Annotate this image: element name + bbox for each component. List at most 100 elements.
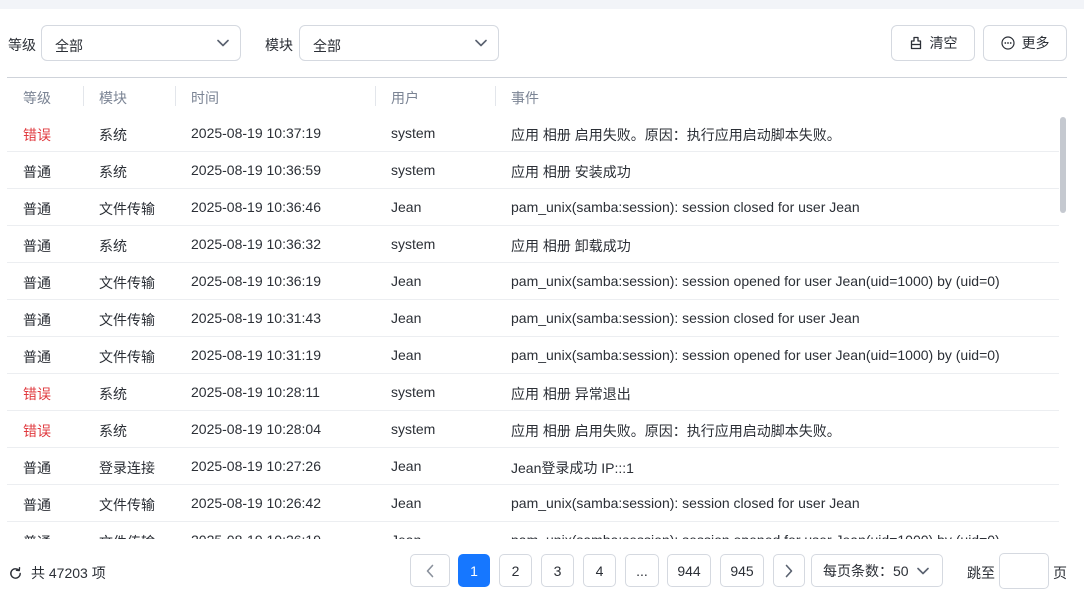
module-cell: 文件传输 (99, 312, 155, 328)
table-row[interactable]: 普通 文件传输 2025-08-19 10:36:19 Jean pam_unix(sa… (7, 263, 1059, 300)
time-cell: 2025-08-19 10:27:26 (191, 458, 321, 474)
scrollbar-thumb[interactable] (1060, 117, 1066, 213)
top-band (0, 0, 1084, 9)
level-cell: 普通 (23, 349, 51, 365)
event-cell: pam_unix(samba:session): session closed … (511, 495, 860, 511)
level-cell: 普通 (23, 201, 51, 217)
total-count-text: 共 47203 项 (31, 565, 106, 581)
user-cell: system (391, 162, 436, 178)
page-size-select[interactable]: 每页条数：50 (811, 554, 943, 587)
page-button[interactable]: 1 (458, 554, 490, 587)
jump-page-input[interactable] (999, 553, 1049, 589)
user-cell: Jean (391, 310, 422, 326)
level-cell: 错误 (23, 127, 51, 143)
module-cell: 登录连接 (99, 460, 155, 476)
column-header-time[interactable]: 时间 (191, 88, 219, 108)
table-row[interactable]: 普通 系统 2025-08-19 10:36:32 system 应用 相册 卸载成功 (7, 226, 1059, 263)
more-circle-icon (1000, 36, 1015, 50)
time-cell: 2025-08-19 10:36:46 (191, 199, 321, 215)
time-cell: 2025-08-19 10:37:19 (191, 125, 321, 141)
prev-page-button[interactable] (410, 554, 450, 587)
module-cell: 系统 (99, 164, 127, 180)
page-button[interactable]: 2 (499, 554, 532, 587)
time-cell: 2025-08-19 10:31:19 (191, 347, 321, 363)
column-header-module[interactable]: 模块 (99, 88, 127, 108)
table-row[interactable]: 普通 文件传输 2025-08-19 10:31:43 Jean pam_unix(sa… (7, 300, 1059, 337)
page-ellipsis[interactable]: ... (625, 554, 659, 587)
user-cell: Jean (391, 458, 422, 474)
page-button[interactable]: 3 (541, 554, 574, 587)
event-cell: pam_unix(samba:session): session opened … (511, 347, 1000, 363)
filter-bar: 等级 全部 模块 全部 清空 更多 (0, 25, 1084, 61)
table-row[interactable]: 普通 文件传输 2025-08-19 10:26:42 Jean pam_unix(sa… (7, 485, 1059, 522)
column-header-user[interactable]: 用户 (391, 88, 419, 108)
column-divider[interactable] (375, 86, 376, 106)
level-cell: 普通 (23, 275, 51, 291)
module-cell: 系统 (99, 423, 127, 439)
level-filter-label: 等级 (8, 37, 36, 53)
level-cell: 错误 (23, 386, 51, 402)
clear-button-label: 清空 (929, 35, 958, 51)
table-row[interactable]: 普通 登录连接 2025-08-19 10:27:26 Jean Jean登录成功 IP… (7, 448, 1059, 485)
module-select-value: 全部 (313, 38, 341, 54)
column-header-event[interactable]: 事件 (511, 88, 539, 108)
table-row[interactable]: 普通 文件传输 2025-08-19 10:36:46 Jean pam_unix(sa… (7, 189, 1059, 226)
module-cell: 文件传输 (99, 532, 155, 539)
module-cell: 文件传输 (99, 497, 155, 513)
module-cell: 系统 (99, 127, 127, 143)
user-cell: Jean (391, 532, 421, 539)
module-cell: 文件传输 (99, 349, 155, 365)
user-cell: system (391, 421, 436, 437)
broom-icon (910, 36, 921, 50)
event-cell: 应用 相册 异常退出 (511, 386, 631, 402)
more-button[interactable]: 更多 (983, 25, 1067, 61)
chevron-down-icon (475, 39, 487, 47)
table-row[interactable]: 普通 文件传输 2025-08-19 10:26:19 Jean pam_unix(sa… (7, 522, 1059, 539)
table-row[interactable]: 错误 系统 2025-08-19 10:37:19 system 应用 相册 启用失败。… (7, 115, 1059, 152)
next-page-button[interactable] (773, 554, 805, 587)
level-cell: 普通 (23, 238, 51, 254)
log-table: 等级 模块 时间 用户 事件 错误 系统 2025-08-19 10:37:19 sy… (7, 77, 1067, 539)
module-cell: 文件传输 (99, 275, 155, 291)
user-cell: system (391, 384, 436, 400)
table-row[interactable]: 错误 系统 2025-08-19 10:28:04 system 应用 相册 启用失败。… (7, 411, 1059, 448)
chevron-right-icon (785, 564, 793, 577)
column-header-level[interactable]: 等级 (23, 88, 51, 108)
table-scrollbar[interactable] (1058, 115, 1067, 539)
page-button[interactable]: 945 (720, 554, 764, 587)
page-button[interactable]: 4 (583, 554, 616, 587)
event-cell: pam_unix(samba:session): session opened … (511, 273, 1000, 289)
jump-label: 跳至 (967, 565, 995, 581)
user-cell: Jean (391, 495, 422, 511)
user-cell: system (391, 236, 436, 252)
time-cell: 2025-08-19 10:36:19 (191, 273, 321, 289)
event-cell: pam_unix(samba:session): session opened … (511, 532, 1000, 539)
module-select[interactable]: 全部 (299, 25, 499, 61)
table-row[interactable]: 普通 系统 2025-08-19 10:36:59 system 应用 相册 安装成功 (7, 152, 1059, 189)
page-button[interactable]: 944 (667, 554, 711, 587)
table-header: 等级 模块 时间 用户 事件 (7, 78, 1067, 115)
level-cell: 普通 (23, 497, 51, 513)
refresh-icon[interactable] (8, 566, 23, 581)
module-cell: 系统 (99, 386, 127, 402)
user-cell: Jean (391, 199, 422, 215)
event-cell: 应用 相册 安装成功 (511, 164, 631, 180)
level-cell: 错误 (23, 423, 51, 439)
time-cell: 2025-08-19 10:31:43 (191, 310, 321, 326)
clear-button[interactable]: 清空 (891, 25, 975, 61)
table-row[interactable]: 错误 系统 2025-08-19 10:28:11 system 应用 相册 异常退出 (7, 374, 1059, 411)
column-divider[interactable] (175, 86, 176, 106)
table-row[interactable]: 普通 文件传输 2025-08-19 10:31:19 Jean pam_unix(sa… (7, 337, 1059, 374)
user-cell: system (391, 125, 436, 141)
page-size-value: 每页条数：50 (823, 562, 909, 579)
module-cell: 系统 (99, 238, 127, 254)
level-select[interactable]: 全部 (41, 25, 241, 61)
column-divider[interactable] (83, 86, 84, 106)
time-cell: 2025-08-19 10:28:04 (191, 421, 321, 437)
time-cell: 2025-08-19 10:36:59 (191, 162, 321, 178)
module-cell: 文件传输 (99, 201, 155, 217)
level-cell: 普通 (23, 312, 51, 328)
time-cell: 2025-08-19 10:36:32 (191, 236, 321, 252)
column-divider[interactable] (495, 86, 496, 106)
level-select-value: 全部 (55, 38, 83, 54)
